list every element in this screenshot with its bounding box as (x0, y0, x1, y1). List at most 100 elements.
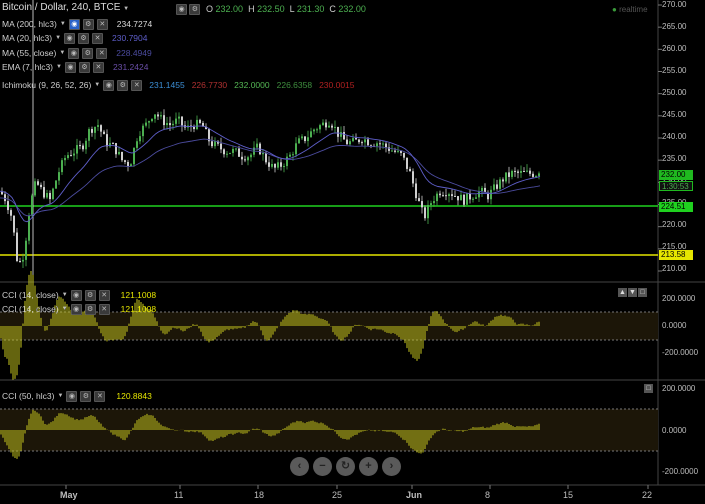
price-axis-label: 235.00 (662, 154, 687, 163)
cci50-settings-icon[interactable]: ⚙ (80, 390, 92, 402)
time-axis-label: 25 (332, 490, 343, 500)
candle-body (256, 143, 258, 148)
candle-body (490, 189, 492, 200)
candle-body (85, 140, 87, 150)
chart-navigation: ‹ − ↻ + › (290, 457, 401, 476)
cci14b-close-icon[interactable]: ✕ (98, 303, 110, 315)
symbol-title[interactable]: Bitcoin / Dollar, 240, BTCE (2, 2, 120, 13)
indicator-hide-icon[interactable]: ◉ (68, 47, 80, 59)
candle-body (496, 184, 498, 189)
price-axis-label: 260.00 (662, 44, 687, 53)
candle-body (196, 119, 198, 130)
cci14-hide-icon[interactable]: ◉ (70, 289, 82, 301)
cci2-axis-top: 200.0000 (662, 384, 696, 393)
indicator-close-icon[interactable]: ✕ (92, 32, 104, 44)
candle-body (124, 160, 126, 162)
cci14b-dropdown-icon[interactable]: ▼ (62, 306, 68, 312)
candle-body (307, 137, 309, 142)
candle-body (250, 154, 252, 158)
indicator-hide-icon[interactable]: ◉ (68, 18, 80, 30)
candle-body (76, 145, 78, 154)
candle-body (289, 154, 291, 157)
candle-body (271, 163, 273, 167)
indicator-hide-icon[interactable]: ◉ (64, 61, 76, 73)
cci50-hide-icon[interactable]: ◉ (66, 390, 78, 402)
cci14-close-icon[interactable]: ✕ (98, 289, 110, 301)
pane-down-icon[interactable]: ▼ (628, 288, 637, 297)
candle-body (319, 125, 321, 130)
candle-body (40, 184, 42, 188)
candle-body (403, 152, 405, 158)
candle-body (292, 154, 294, 156)
candle-body (316, 129, 318, 131)
time-axis-label: May (60, 490, 78, 500)
indicator-dropdown-icon[interactable]: ▼ (59, 50, 65, 56)
candle-body (175, 118, 177, 124)
pane-up-icon[interactable]: ▲ (618, 288, 627, 297)
candle-body (361, 142, 363, 144)
candle-body (31, 195, 33, 216)
scroll-left-icon[interactable]: ‹ (290, 457, 309, 476)
candle-body (235, 148, 237, 150)
cci14b-hide-icon[interactable]: ◉ (70, 303, 82, 315)
symbol-dropdown-icon[interactable]: ▼ (123, 6, 129, 12)
price-axis-label: 265.00 (662, 22, 687, 31)
candle-body (433, 201, 435, 204)
countdown-tag: 1:30:53 (659, 181, 693, 191)
candle-body (91, 129, 93, 133)
candle-body (247, 157, 249, 161)
indicator-settings-icon[interactable]: ⚙ (78, 32, 90, 44)
candle-body (34, 181, 36, 196)
candle-body (52, 188, 54, 200)
ichimoku-settings-icon[interactable]: ⚙ (117, 79, 129, 91)
candle-body (424, 207, 426, 219)
candle-body (226, 153, 228, 155)
candle-body (139, 136, 141, 142)
candle-body (127, 161, 129, 167)
cci14b-settings-icon[interactable]: ⚙ (84, 303, 96, 315)
price-axis-label: 240.00 (662, 132, 687, 141)
candle-body (280, 162, 282, 167)
zoom-out-icon[interactable]: − (313, 457, 332, 476)
candle-body (475, 197, 477, 199)
cci50-close-icon[interactable]: ✕ (94, 390, 106, 402)
pane-maximize-icon[interactable]: □ (638, 288, 647, 297)
indicator-close-icon[interactable]: ✕ (96, 18, 108, 30)
ichimoku-hide-icon[interactable]: ◉ (103, 79, 115, 91)
candle-body (43, 187, 45, 198)
cci14-dropdown-icon[interactable]: ▼ (62, 292, 68, 298)
cci50-dropdown-icon[interactable]: ▼ (57, 393, 63, 399)
ichimoku-dropdown-icon[interactable]: ▼ (94, 82, 100, 88)
indicator-close-icon[interactable]: ✕ (96, 47, 108, 59)
pane2-maximize-icon[interactable]: □ (644, 384, 653, 393)
indicator-dropdown-icon[interactable]: ▼ (55, 35, 61, 41)
indicator-dropdown-icon[interactable]: ▼ (56, 64, 62, 70)
candle-body (523, 171, 525, 173)
ichimoku-close-icon[interactable]: ✕ (131, 79, 143, 91)
indicator-dropdown-icon[interactable]: ▼ (60, 21, 66, 27)
candle-body (298, 138, 300, 144)
reset-icon[interactable]: ↻ (336, 457, 355, 476)
indicator-settings-icon[interactable]: ⚙ (78, 61, 90, 73)
candle-body (463, 194, 465, 205)
settings-icon[interactable]: ⚙ (189, 4, 201, 15)
indicator-settings-icon[interactable]: ⚙ (82, 18, 94, 30)
candle-body (457, 196, 459, 201)
candle-body (142, 125, 144, 137)
hide-icon[interactable]: ◉ (176, 4, 187, 15)
candle-body (73, 153, 75, 156)
price-axis-label: 250.00 (662, 88, 687, 97)
candle-body (478, 191, 480, 198)
indicator-settings-icon[interactable]: ⚙ (82, 47, 94, 59)
zoom-in-icon[interactable]: + (359, 457, 378, 476)
candle-body (352, 138, 354, 142)
indicator-hide-icon[interactable]: ◉ (64, 32, 76, 44)
candle-body (148, 121, 150, 123)
scroll-right-icon[interactable]: › (382, 457, 401, 476)
candle-body (94, 126, 96, 133)
cci14-settings-icon[interactable]: ⚙ (84, 289, 96, 301)
cci14-legend-2: CCI (14, close) ▼ ◉ ⚙ ✕ 121.1008 (2, 303, 157, 315)
cci14-legend-1: CCI (14, close) ▼ ◉ ⚙ ✕ 121.1008 (2, 289, 157, 301)
indicator-close-icon[interactable]: ✕ (92, 61, 104, 73)
chart-canvas[interactable] (0, 0, 705, 504)
